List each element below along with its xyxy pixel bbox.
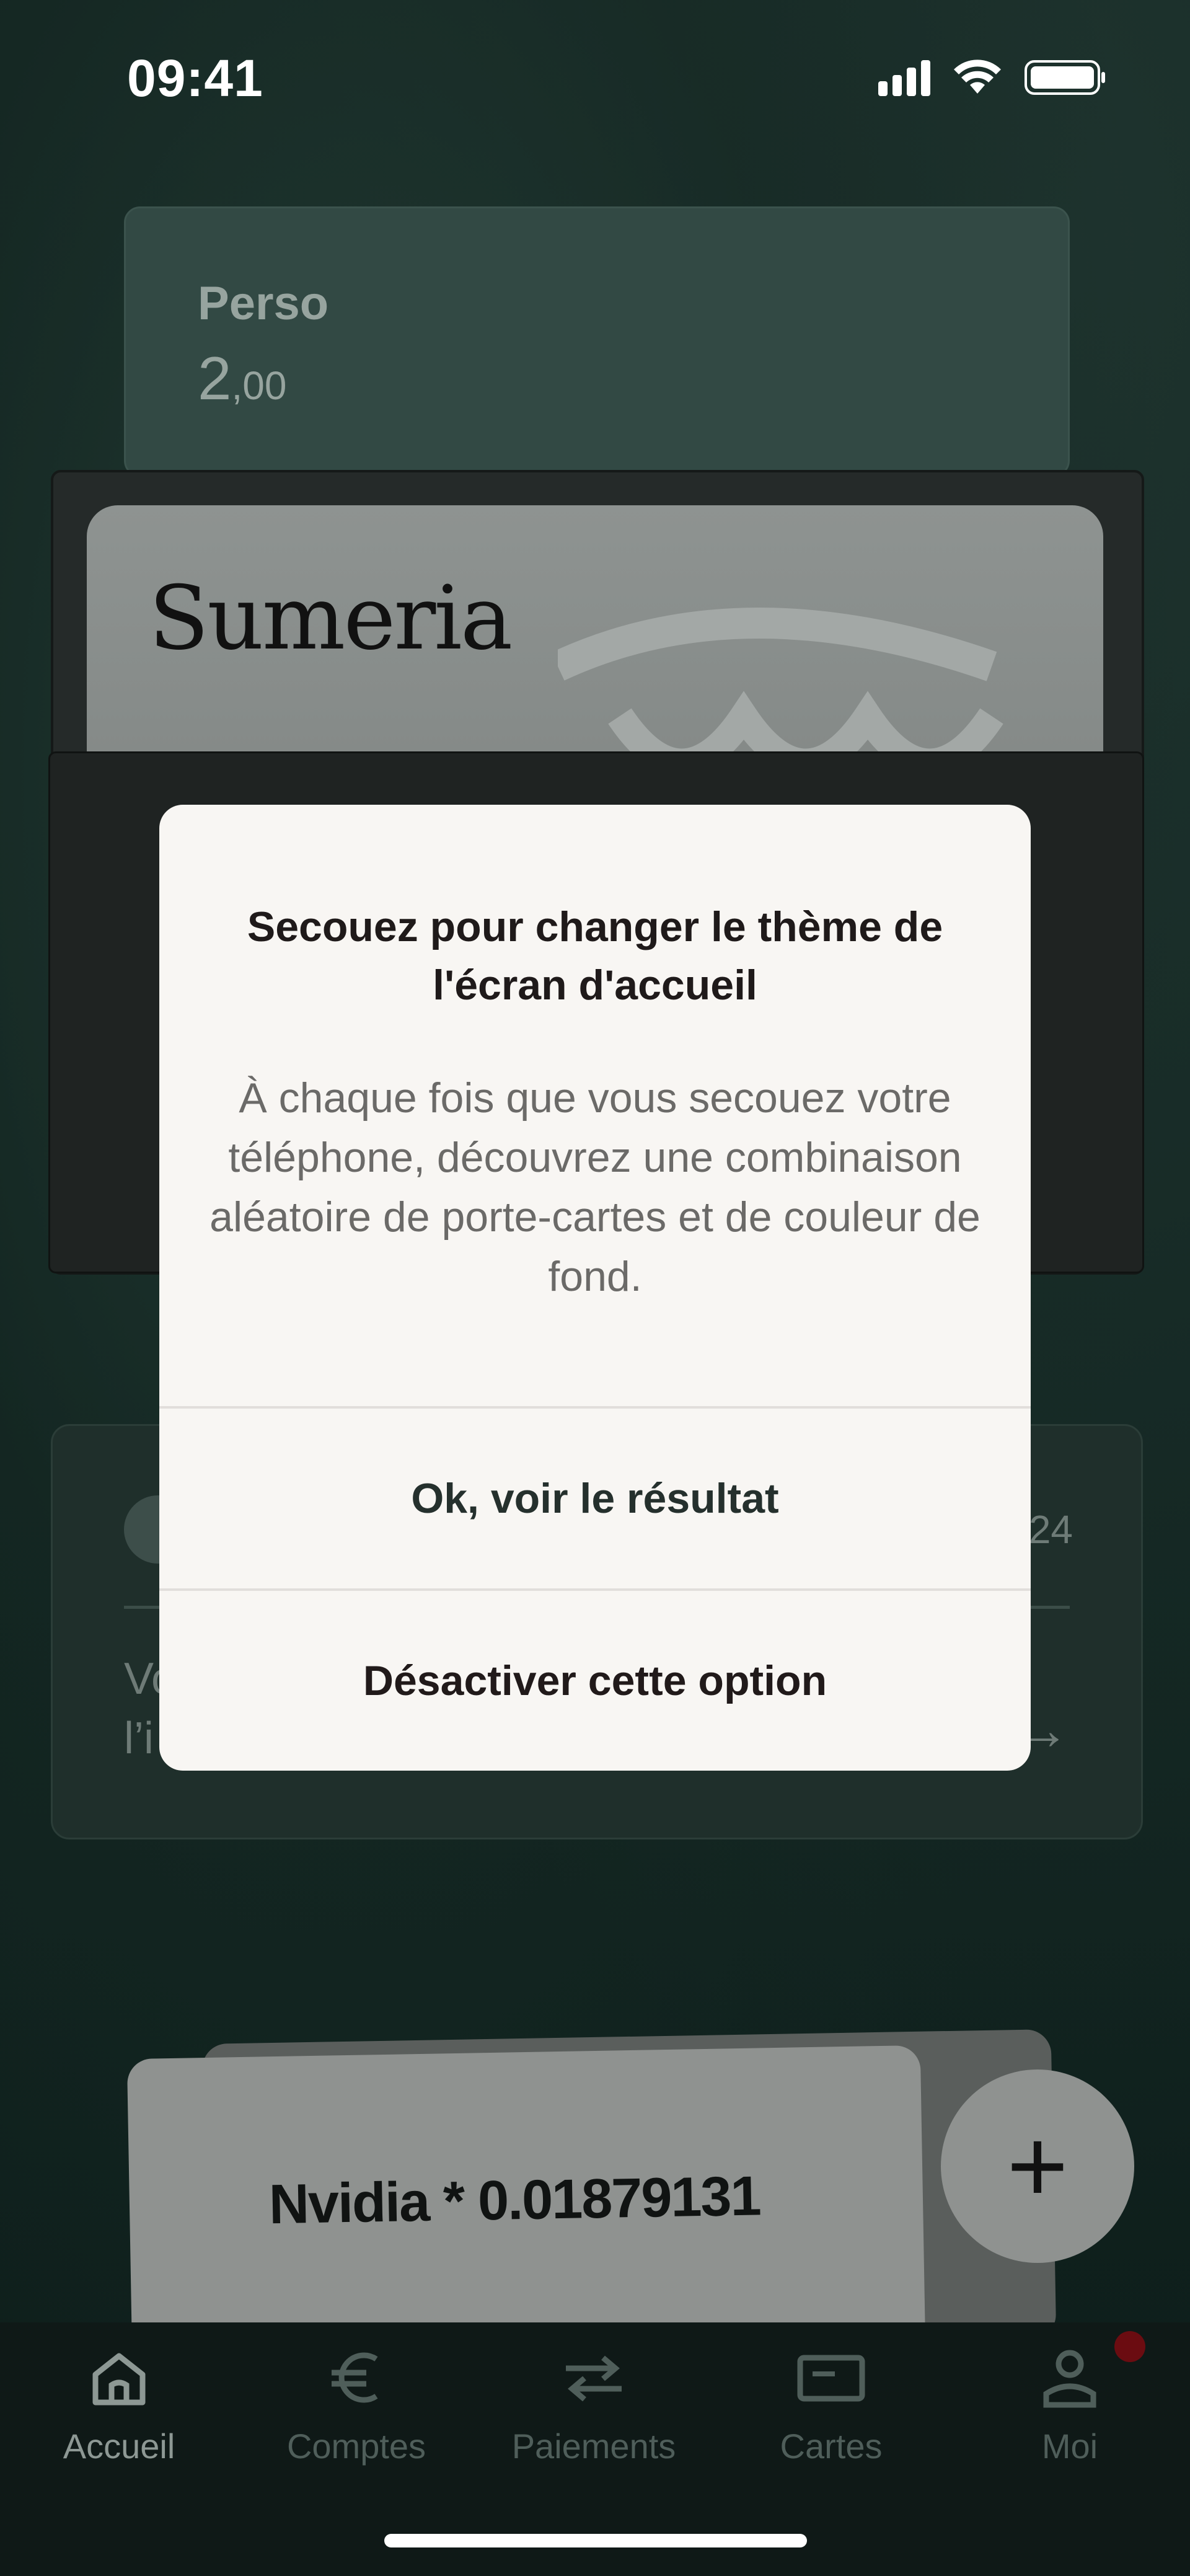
card-icon bbox=[797, 2355, 865, 2402]
shake-theme-dialog: Secouez pour changer le thème de l'écran… bbox=[159, 805, 1031, 1771]
account-label: Perso bbox=[198, 277, 329, 330]
home-screen: 09:41 Perso 2,00 Sumeria 24 Vo l’i → Nvi… bbox=[0, 0, 1190, 2576]
tab-comptes[interactable]: Comptes bbox=[263, 2340, 449, 2466]
tab-paiements[interactable]: Paiements bbox=[501, 2340, 687, 2466]
battery-icon bbox=[1025, 60, 1105, 95]
tab-cartes[interactable]: Cartes bbox=[738, 2340, 924, 2466]
home-indicator[interactable] bbox=[384, 2534, 807, 2547]
account-card[interactable]: Perso 2,00 bbox=[124, 206, 1070, 477]
asset-card-text: Nvidia * 0.01879131 bbox=[268, 2165, 761, 2236]
plus-icon: + bbox=[1007, 2107, 1069, 2225]
card-brand-logo: Sumeria bbox=[149, 567, 513, 670]
tab-accueil[interactable]: Accueil bbox=[26, 2340, 212, 2466]
euro-icon bbox=[332, 2352, 378, 2403]
info-date: 24 bbox=[1028, 1507, 1073, 1552]
profile-icon bbox=[1043, 2350, 1096, 2408]
see-result-button[interactable]: Ok, voir le résultat bbox=[159, 1409, 1031, 1588]
account-balance: 2,00 bbox=[198, 344, 287, 412]
home-icon bbox=[92, 2353, 146, 2406]
status-icons bbox=[878, 59, 1106, 96]
disable-option-button[interactable]: Désactiver cette option bbox=[159, 1591, 1031, 1771]
wifi-icon bbox=[954, 60, 1001, 94]
add-button[interactable]: + bbox=[941, 2069, 1134, 2263]
transfer-arrows-icon bbox=[566, 2355, 622, 2402]
cellular-signal-icon bbox=[878, 59, 930, 96]
dialog-message: À chaque fois que vous secouez votre tél… bbox=[209, 1074, 981, 1300]
notification-badge bbox=[1114, 2331, 1145, 2362]
dialog-title: Secouez pour changer le thème de l'écran… bbox=[247, 903, 943, 1009]
status-time: 09:41 bbox=[127, 49, 263, 107]
